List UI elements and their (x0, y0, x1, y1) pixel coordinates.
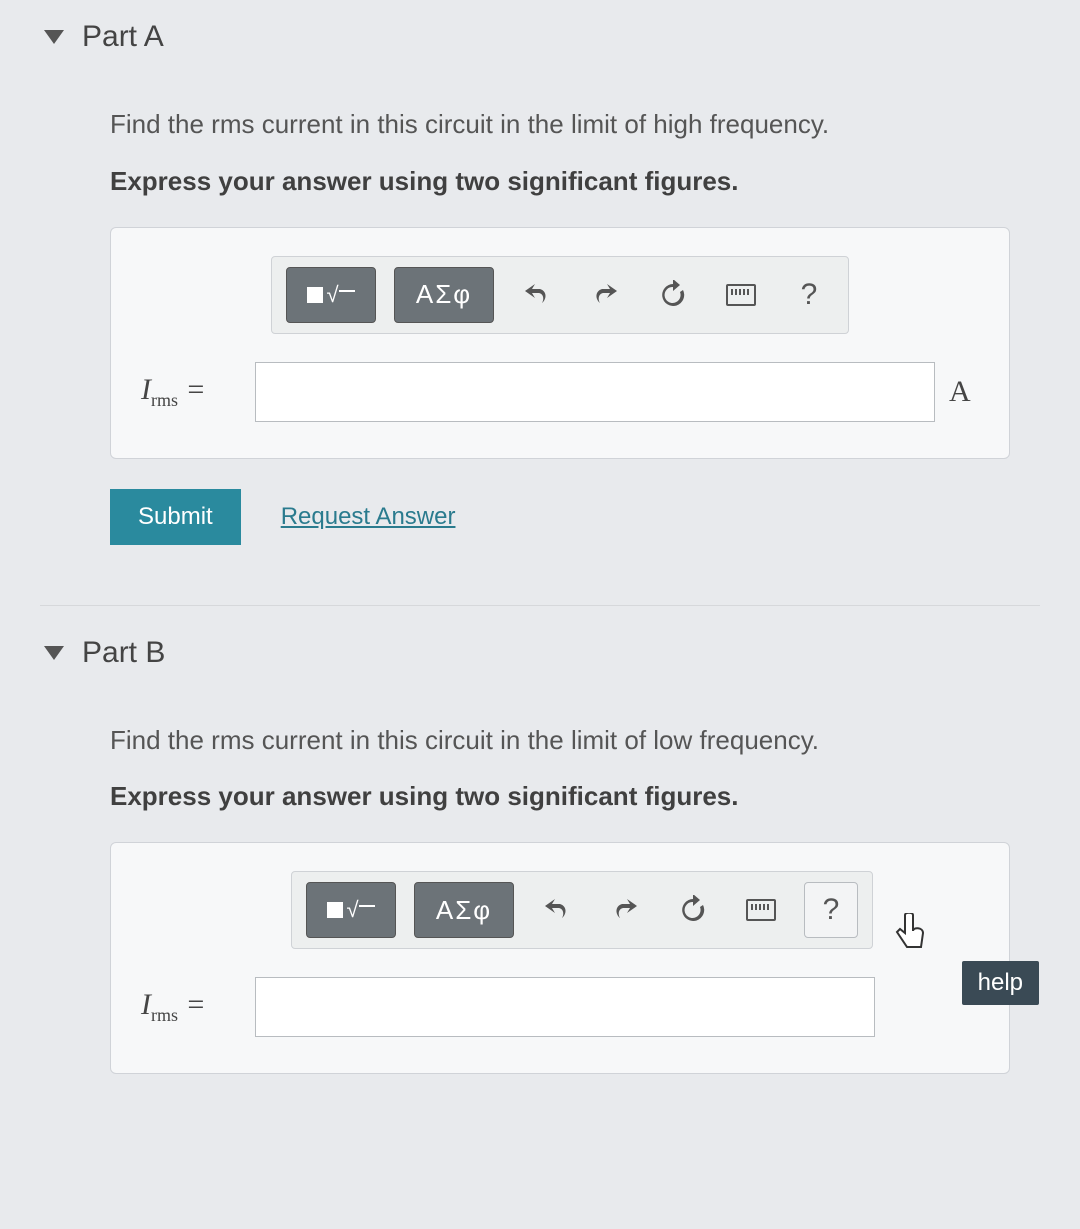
math-template-icon: √ (327, 897, 374, 923)
part-a-answer-input[interactable] (255, 362, 935, 422)
redo-button[interactable] (580, 267, 630, 323)
reset-icon (658, 280, 688, 310)
caret-down-icon (44, 646, 64, 660)
part-b-answer-input[interactable] (255, 977, 875, 1037)
undo-icon (522, 281, 552, 309)
part-a-actions: Submit Request Answer (110, 489, 1040, 545)
greek-symbols-button[interactable]: ΑΣφ (394, 267, 494, 323)
part-a-variable-label: Irms = (141, 373, 241, 411)
keyboard-icon (746, 899, 776, 921)
part-a-toolbar: √ ΑΣφ ? (271, 256, 849, 334)
part-a-input-row: Irms = A (141, 362, 979, 422)
part-b-prompt: Find the rms current in this circuit in … (110, 720, 1040, 762)
help-button[interactable]: ? (784, 267, 834, 323)
pointer-cursor-icon (895, 913, 929, 960)
part-b-header[interactable]: Part B (40, 636, 1040, 670)
section-divider (40, 605, 1040, 606)
part-a-prompt: Find the rms current in this circuit in … (110, 104, 1040, 146)
part-b-section: Part B Find the rms current in this circ… (40, 636, 1040, 1075)
math-template-icon: √ (307, 282, 354, 308)
part-a-header[interactable]: Part A (40, 20, 1040, 54)
math-template-button[interactable]: √ (306, 882, 396, 938)
part-b-answer-box: √ ΑΣφ ? (110, 842, 1010, 1074)
part-a-unit: A (949, 375, 979, 409)
part-b-body: Find the rms current in this circuit in … (40, 720, 1040, 1075)
part-b-toolbar: √ ΑΣφ ? (291, 871, 873, 949)
math-template-button[interactable]: √ (286, 267, 376, 323)
part-b-title: Part B (82, 636, 165, 670)
keyboard-button[interactable] (716, 267, 766, 323)
part-b-variable-label: Irms = (141, 988, 241, 1026)
part-b-input-row: Irms = (141, 977, 979, 1037)
reset-icon (678, 895, 708, 925)
help-button[interactable]: ? (804, 882, 858, 938)
redo-icon (590, 281, 620, 309)
caret-down-icon (44, 30, 64, 44)
part-b-instructions: Express your answer using two significan… (110, 781, 1040, 812)
submit-button[interactable]: Submit (110, 489, 241, 545)
part-a-answer-box: √ ΑΣφ ? Irms = (110, 227, 1010, 459)
reset-button[interactable] (668, 882, 718, 938)
redo-icon (610, 896, 640, 924)
keyboard-icon (726, 284, 756, 306)
part-a-title: Part A (82, 20, 164, 54)
keyboard-button[interactable] (736, 882, 786, 938)
part-a-body: Find the rms current in this circuit in … (40, 104, 1040, 545)
undo-button[interactable] (532, 882, 582, 938)
part-a-section: Part A Find the rms current in this circ… (40, 20, 1040, 545)
greek-symbols-button[interactable]: ΑΣφ (414, 882, 514, 938)
help-tooltip: help (962, 961, 1039, 1005)
undo-button[interactable] (512, 267, 562, 323)
reset-button[interactable] (648, 267, 698, 323)
redo-button[interactable] (600, 882, 650, 938)
request-answer-link[interactable]: Request Answer (281, 503, 456, 531)
undo-icon (542, 896, 572, 924)
part-a-instructions: Express your answer using two significan… (110, 166, 1040, 197)
